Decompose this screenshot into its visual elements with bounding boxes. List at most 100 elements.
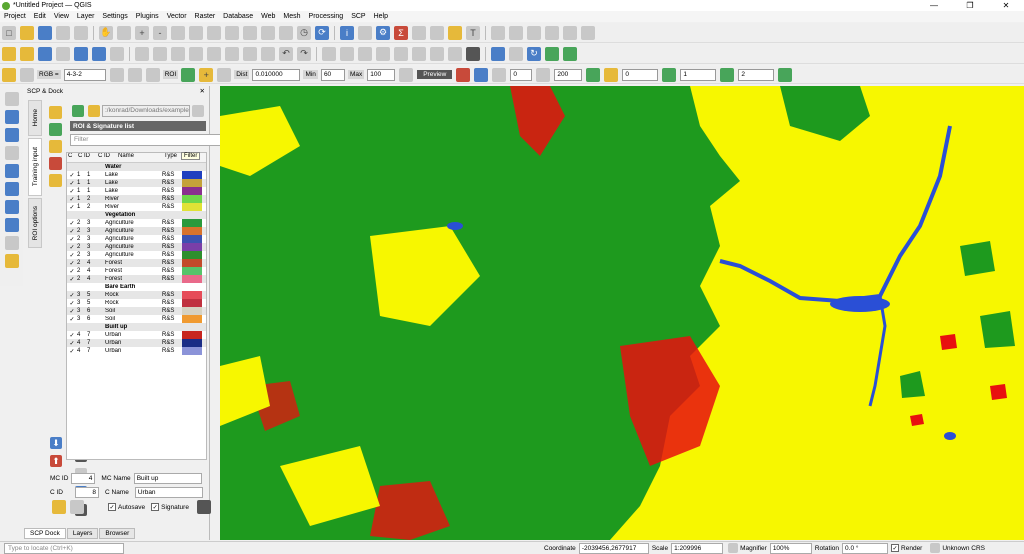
- table-row[interactable]: ✓ 2 4 Forest R&S: [67, 267, 206, 275]
- col-mc-id[interactable]: C ID: [77, 153, 97, 162]
- lock-scale-icon[interactable]: [728, 543, 739, 553]
- dock-close-icon[interactable]: ✕: [200, 87, 209, 95]
- row-checkbox[interactable]: ✓: [67, 204, 77, 211]
- table-row[interactable]: ✓ 1 1 Lake R&S: [67, 171, 206, 179]
- table-row[interactable]: ✓ 1 2 River R&S: [67, 203, 206, 211]
- gps-icon[interactable]: [466, 46, 480, 61]
- scale-field[interactable]: 1:209996: [671, 542, 724, 554]
- max-input[interactable]: 100: [367, 68, 396, 81]
- edit-tool-5-icon[interactable]: [207, 46, 221, 61]
- plugin-reload-icon[interactable]: ↻: [527, 46, 541, 61]
- table-row[interactable]: ✓ 4 7 Urban R&S: [67, 339, 206, 347]
- row-checkbox[interactable]: ✓: [67, 348, 77, 355]
- cut-features-icon[interactable]: [110, 46, 124, 61]
- scp-main-icon[interactable]: [2, 67, 16, 82]
- coordinate-field[interactable]: -2039456,2677917: [578, 542, 649, 554]
- row-checkbox[interactable]: ✓: [67, 276, 77, 283]
- new-training-icon[interactable]: [49, 140, 62, 153]
- refresh-icon[interactable]: ⟳: [315, 25, 329, 40]
- add-mesh-icon[interactable]: [4, 146, 19, 160]
- row-color-swatch[interactable]: [182, 203, 202, 211]
- row-color-swatch[interactable]: [182, 235, 202, 243]
- row-checkbox[interactable]: ✓: [67, 244, 77, 251]
- toolbar-misc-2-icon[interactable]: [509, 25, 523, 40]
- redo-roi-icon[interactable]: [217, 67, 232, 82]
- table-row[interactable]: ✓ 2 3 Agriculture R&S: [67, 243, 206, 251]
- row-color-swatch[interactable]: [182, 339, 202, 347]
- row-checkbox[interactable]: ✓: [67, 292, 77, 299]
- redo-preview-icon[interactable]: [456, 67, 471, 82]
- zoom-selection-icon[interactable]: [189, 25, 203, 40]
- measure-icon[interactable]: [430, 25, 444, 40]
- row-color-swatch[interactable]: [182, 291, 202, 299]
- row-checkbox[interactable]: ✓: [67, 172, 77, 179]
- minimize-button[interactable]: —: [916, 0, 952, 11]
- new-file-icon[interactable]: [88, 105, 100, 117]
- render-checkbox[interactable]: ✓: [891, 544, 900, 552]
- table-group-row[interactable]: Vegetation: [67, 211, 206, 219]
- open-file-icon[interactable]: [72, 105, 84, 117]
- python-console-icon[interactable]: [2, 46, 16, 61]
- table-row[interactable]: ✓ 3 6 Soil R&S: [67, 315, 206, 323]
- transparency-icon[interactable]: [492, 67, 507, 82]
- export-training-icon[interactable]: [49, 174, 62, 187]
- add-raster-icon[interactable]: [4, 110, 19, 124]
- table-row[interactable]: ✓ 3 6 Soil R&S: [67, 307, 206, 315]
- table-row[interactable]: ✓ 2 4 Forest R&S: [67, 275, 206, 283]
- std-dev-stretch-icon[interactable]: [127, 67, 142, 82]
- label-tool-7-icon[interactable]: [430, 46, 444, 61]
- undo-icon[interactable]: ↶: [279, 46, 293, 61]
- edit-tool-7-icon[interactable]: [243, 46, 257, 61]
- row-color-swatch[interactable]: [182, 227, 202, 235]
- dist-input[interactable]: 0.010000: [252, 68, 301, 81]
- menu-vector[interactable]: Vector: [163, 13, 191, 20]
- table-row[interactable]: ✓ 2 4 Forest R&S: [67, 259, 206, 267]
- text-annotation-icon[interactable]: T: [466, 25, 480, 40]
- edit-tool-2-icon[interactable]: [153, 46, 167, 61]
- menu-mesh[interactable]: Mesh: [279, 13, 304, 20]
- tab-training-input[interactable]: Training input: [28, 138, 42, 196]
- label-tool-4-icon[interactable]: [376, 46, 390, 61]
- row-color-swatch[interactable]: [182, 187, 202, 195]
- label-tool-1-icon[interactable]: [322, 46, 336, 61]
- new-map-view-icon[interactable]: [279, 25, 293, 40]
- min-input[interactable]: 60: [320, 68, 345, 81]
- preview-options-icon[interactable]: [474, 67, 489, 82]
- band-value-3[interactable]: 2: [738, 68, 775, 81]
- zoom-layer-icon[interactable]: [207, 25, 221, 40]
- reset-path-icon[interactable]: [192, 105, 204, 117]
- table-row[interactable]: ✓ 2 3 Agriculture R&S: [67, 227, 206, 235]
- close-button[interactable]: ✕: [988, 0, 1024, 11]
- band-icon-1[interactable]: [662, 67, 677, 82]
- toolbar-misc-3-icon[interactable]: [527, 25, 541, 40]
- col-type[interactable]: Type: [163, 153, 183, 162]
- mc-id-input[interactable]: 4: [71, 472, 96, 484]
- preview-apply-icon[interactable]: [586, 67, 601, 82]
- field-calc-icon[interactable]: [412, 25, 426, 40]
- annotation-icon[interactable]: [448, 25, 462, 40]
- plugin-1-icon[interactable]: [509, 46, 523, 61]
- save-edits-icon[interactable]: [38, 46, 52, 61]
- crs-globe-icon[interactable]: [930, 543, 941, 553]
- table-row[interactable]: ✓ 4 7 Urban R&S: [67, 331, 206, 339]
- zoom-out-icon[interactable]: -: [153, 25, 167, 40]
- menu-database[interactable]: Database: [219, 13, 257, 20]
- c-name-input[interactable]: Urban: [134, 486, 203, 498]
- current-edits-icon[interactable]: [56, 46, 70, 61]
- band-value-2[interactable]: 1: [680, 68, 717, 81]
- python-icon[interactable]: [491, 46, 505, 61]
- tab-browser[interactable]: Browser: [99, 528, 136, 539]
- edit-tool-6-icon[interactable]: [225, 46, 239, 61]
- label-tool-5-icon[interactable]: [394, 46, 408, 61]
- save-roi-signature-icon[interactable]: [196, 500, 211, 514]
- vertex-tool-icon[interactable]: [74, 46, 88, 61]
- c-id-input[interactable]: 8: [75, 486, 99, 498]
- menu-web[interactable]: Web: [257, 13, 279, 20]
- open-training-icon[interactable]: [49, 123, 62, 136]
- pan-to-selection-icon[interactable]: [117, 25, 131, 40]
- tab-home[interactable]: Home: [28, 100, 42, 136]
- redo-icon[interactable]: ↷: [297, 46, 311, 61]
- tab-layers[interactable]: Layers: [66, 528, 99, 539]
- pan-icon[interactable]: ✋: [99, 25, 113, 40]
- row-checkbox[interactable]: ✓: [67, 300, 77, 307]
